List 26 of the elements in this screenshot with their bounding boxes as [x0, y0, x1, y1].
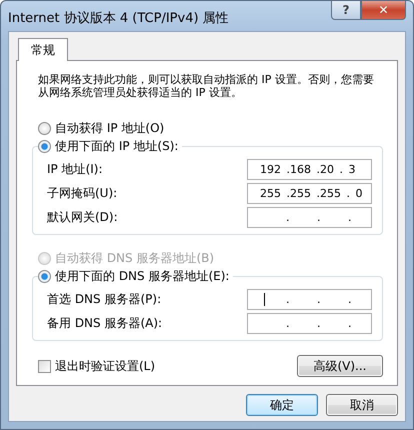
window-title: Internet 协议版本 4 (TCP/IPv4) 属性	[8, 10, 229, 27]
help-button[interactable]: ?	[331, 1, 361, 20]
advanced-button[interactable]: 高级(V)...	[297, 355, 383, 377]
description-text: 如果网络支持此功能，则可以获取自动指派的 IP 设置。否则，您需要从网络系统管理员处获得适当的 IP 设置。	[38, 73, 375, 99]
radio-selected-icon	[38, 140, 51, 152]
ip-address-field[interactable]: . . .	[247, 289, 372, 310]
ip-address-field[interactable]: . . .	[247, 313, 372, 334]
radio-icon	[38, 252, 51, 264]
close-button[interactable]: ✕	[361, 1, 406, 20]
field-label: 备用 DNS 服务器(A):	[47, 315, 162, 332]
radio-option[interactable]: 使用下面的 IP 地址(S):	[38, 137, 182, 155]
ip-address-field[interactable]: 255 .255 .255 . 0	[247, 183, 372, 204]
ok-button[interactable]: 确定	[246, 394, 318, 416]
checkbox-icon	[38, 360, 51, 372]
field-label: IP 地址(I):	[47, 161, 103, 178]
field-label: 默认网关(D):	[47, 209, 118, 226]
ip-address-field[interactable]: 192 .168 .20 . 3	[247, 159, 372, 180]
radio-icon	[38, 122, 51, 134]
radio-selected-icon	[38, 270, 51, 282]
validate-checkbox[interactable]: 退出时验证设置(L)	[38, 358, 156, 374]
cancel-button[interactable]: 取消	[326, 394, 398, 416]
tab[interactable]: 常规	[18, 38, 68, 61]
field-label: 首选 DNS 服务器(P):	[47, 291, 162, 308]
radio-option[interactable]: 使用下面的 DNS 服务器地址(E):	[38, 267, 234, 285]
ip-address-field[interactable]: . . .	[247, 207, 372, 228]
field-label: 子网掩码(U):	[47, 185, 118, 202]
